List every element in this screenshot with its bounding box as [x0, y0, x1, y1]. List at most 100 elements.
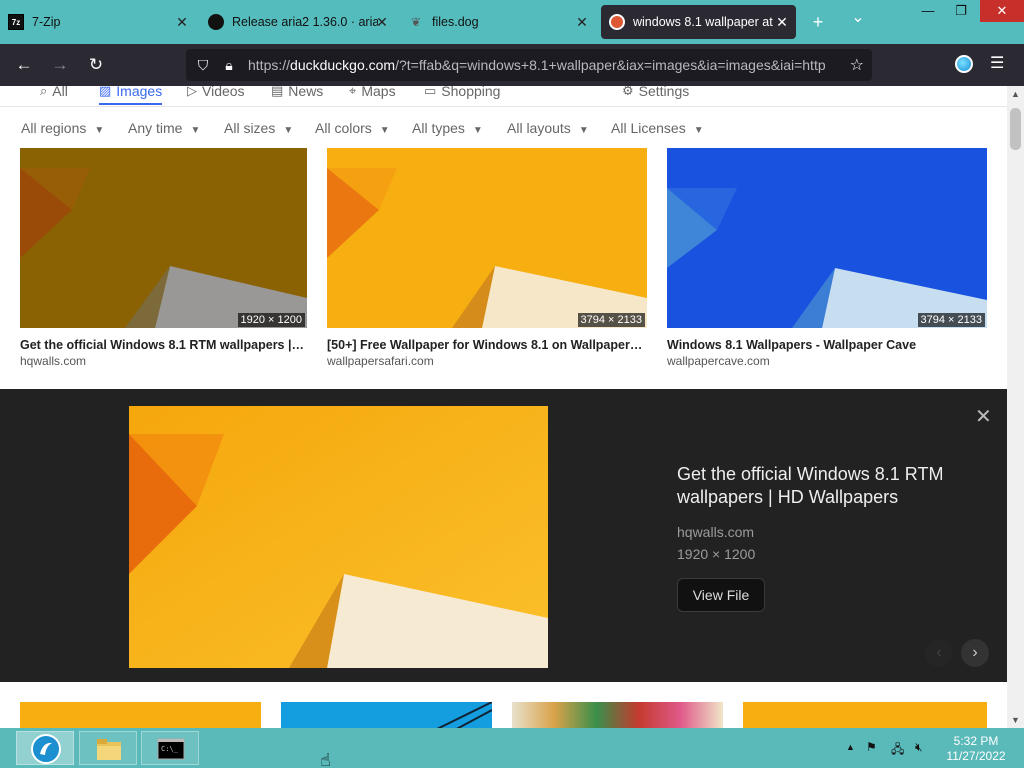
forward-arrow-icon[interactable]: →: [49, 54, 71, 76]
image-result-4[interactable]: [20, 702, 261, 728]
url-text[interactable]: https://duckduckgo.com/?t=ffab&q=windows…: [248, 57, 838, 73]
tab-7zip[interactable]: 7z 7-Zip ✕: [0, 5, 196, 39]
terminal-icon: C:\_: [157, 738, 185, 760]
detail-source[interactable]: hqwalls.com: [677, 524, 754, 540]
detail-dimensions: 1920 × 1200: [677, 546, 756, 562]
tab-label: All: [52, 86, 68, 99]
lock-icon[interactable]: 🔒︎: [220, 56, 238, 74]
show-hidden-icons-arrow-icon[interactable]: ▲: [846, 742, 855, 752]
filter-sizes[interactable]: All sizes ▼: [224, 120, 293, 136]
volume-muted-icon[interactable]: 🔇︎: [915, 740, 923, 755]
result-thumbnail[interactable]: 3794 × 2133: [667, 148, 987, 328]
filter-types[interactable]: All types ▼: [412, 120, 483, 136]
result-source[interactable]: wallpapersafari.com: [327, 354, 647, 368]
svg-text:C:\_: C:\_: [161, 745, 179, 753]
image-result-6[interactable]: [512, 702, 723, 728]
clock-date: 11/27/2022: [946, 749, 1006, 763]
video-icon: ▷: [187, 86, 197, 98]
taskbar-command-prompt[interactable]: C:\_: [141, 731, 199, 765]
tab-shopping[interactable]: ▭ Shopping: [424, 86, 500, 102]
filter-label: All layouts: [507, 120, 571, 136]
tab-images[interactable]: ▨ Images: [99, 86, 163, 105]
detail-title[interactable]: Get the official Windows 8.1 RTM wallpap…: [677, 463, 977, 509]
tab-duckduckgo-active[interactable]: windows 8.1 wallpaper at D ✕: [601, 5, 796, 39]
tab-title: 7-Zip: [32, 15, 61, 29]
shield-icon[interactable]: ⛉: [194, 56, 212, 74]
network-icon[interactable]: 🖧︎: [891, 740, 904, 761]
navigation-toolbar: ← → ↻ ⛉ 🔒︎ https://duckduckgo.com/?t=ffa…: [0, 44, 1024, 86]
action-center-flag-icon[interactable]: ⚑: [866, 740, 877, 754]
scrollbar-thumb[interactable]: [1010, 108, 1021, 150]
filter-label: All sizes: [224, 120, 276, 136]
close-tab-icon[interactable]: ✕: [374, 14, 390, 30]
tab-aria2-release[interactable]: Release aria2 1.36.0 · aria2/ ✕: [200, 5, 396, 39]
result-thumbnail[interactable]: 3794 × 2133: [327, 148, 647, 328]
result-title[interactable]: Windows 8.1 Wallpapers - Wallpaper Cave: [667, 338, 987, 352]
tab-title: windows 8.1 wallpaper at D: [633, 15, 777, 29]
settings-link[interactable]: ⚙ Settings: [622, 86, 689, 102]
filter-licenses[interactable]: All Licenses ▼: [611, 120, 704, 136]
tab-videos[interactable]: ▷ Videos: [187, 86, 245, 102]
windows-taskbar: C:\_ ▲ ⚑ 🖧︎ 🔇︎ 5:32 PM 11/27/2022: [0, 728, 1024, 768]
bookmark-star-icon[interactable]: ☆: [850, 55, 864, 75]
close-tab-icon[interactable]: ✕: [774, 14, 790, 30]
start-button[interactable]: [16, 731, 74, 765]
result-title[interactable]: Get the official Windows 8.1 RTM wallpap…: [20, 338, 307, 352]
filter-label: All regions: [21, 120, 87, 136]
tab-title: files.dog: [432, 15, 479, 29]
scroll-down-arrow-icon[interactable]: ▼: [1007, 712, 1024, 728]
address-bar[interactable]: ⛉ 🔒︎ https://duckduckgo.com/?t=ffab&q=wi…: [186, 49, 872, 81]
tab-label: Maps: [361, 86, 396, 99]
image-result-3[interactable]: 3794 × 2133 Windows 8.1 Wallpapers - Wal…: [667, 148, 987, 368]
detail-preview-image[interactable]: [129, 406, 548, 668]
firefox-account-icon[interactable]: [955, 55, 973, 73]
restore-button[interactable]: ❐: [946, 0, 976, 22]
image-result-1[interactable]: 1920 × 1200 Get the official Windows 8.1…: [20, 148, 307, 368]
filter-label: All colors: [315, 120, 372, 136]
shopping-bag-icon: ▭: [424, 86, 437, 98]
filter-layouts[interactable]: All layouts ▼: [507, 120, 589, 136]
tab-news[interactable]: ▤ News: [271, 86, 323, 102]
filter-regions[interactable]: All regions ▼: [21, 120, 104, 136]
taskbar-file-explorer[interactable]: [79, 731, 137, 765]
image-result-5[interactable]: [281, 702, 492, 728]
tab-all[interactable]: ⌕ All: [40, 86, 68, 102]
url-host: duckduckgo.com: [290, 57, 396, 73]
close-icon[interactable]: ✕: [975, 407, 992, 427]
close-tab-icon[interactable]: ✕: [174, 14, 190, 30]
reload-icon[interactable]: ↻: [85, 54, 107, 76]
dimensions-badge: 1920 × 1200: [237, 313, 305, 327]
filter-time[interactable]: Any time ▼: [128, 120, 200, 136]
github-icon: [208, 14, 224, 30]
caret-down-icon: ▼: [379, 125, 390, 136]
image-result-7[interactable]: [743, 702, 987, 728]
settings-label: Settings: [638, 86, 690, 99]
result-source[interactable]: hqwalls.com: [20, 354, 307, 368]
back-arrow-icon[interactable]: ←: [13, 54, 35, 76]
url-scheme: https://: [248, 57, 291, 73]
close-window-button[interactable]: ✕: [980, 0, 1024, 22]
scroll-up-arrow-icon[interactable]: ▲: [1007, 86, 1024, 102]
minimize-button[interactable]: —: [913, 0, 943, 22]
next-chevron-icon[interactable]: ›: [961, 639, 989, 667]
result-title[interactable]: [50+] Free Wallpaper for Windows 8.1 on …: [327, 338, 647, 352]
list-all-tabs-button[interactable]: ⌄: [848, 8, 868, 28]
view-file-button[interactable]: View File: [677, 578, 765, 612]
image-detail-panel: ✕ Get the official Windows 8.1 RTM wallp…: [0, 389, 1007, 682]
result-source[interactable]: wallpapercave.com: [667, 354, 987, 368]
close-tab-icon[interactable]: ✕: [574, 14, 590, 30]
caret-down-icon: ▼: [190, 125, 201, 136]
image-result-2[interactable]: 3794 × 2133 [50+] Free Wallpaper for Win…: [327, 148, 647, 368]
system-clock[interactable]: 5:32 PM 11/27/2022: [945, 734, 1007, 764]
tab-files-dog[interactable]: ❦ files.dog ✕: [400, 5, 596, 39]
caret-down-icon: ▼: [94, 125, 105, 136]
tab-strip: 7z 7-Zip ✕ Release aria2 1.36.0 · aria2/…: [0, 0, 1024, 44]
result-thumbnail[interactable]: 1920 × 1200: [20, 148, 307, 328]
settings-sliders-icon: ⚙: [622, 86, 634, 98]
previous-chevron-icon[interactable]: ‹: [925, 639, 953, 667]
hamburger-menu-icon[interactable]: ☰: [990, 54, 1004, 74]
tab-maps[interactable]: ⌖ Maps: [349, 86, 396, 102]
filter-colors[interactable]: All colors ▼: [315, 120, 390, 136]
new-tab-button[interactable]: +: [808, 12, 828, 32]
vertical-scrollbar[interactable]: ▲ ▼: [1007, 86, 1024, 728]
